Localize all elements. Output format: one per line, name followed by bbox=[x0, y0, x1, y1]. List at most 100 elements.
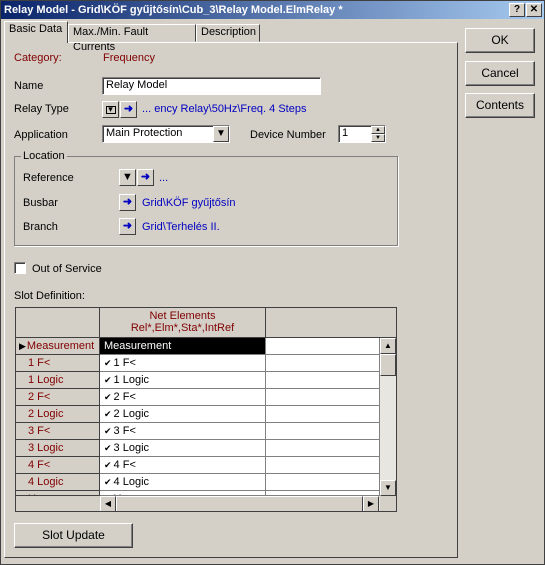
slot-definition-table[interactable]: Net Elements Rel*,Elm*,Sta*,IntRef ▶Meas… bbox=[15, 307, 397, 512]
table-cell-value: 2 Logic bbox=[113, 408, 150, 420]
table-cell-value: 4 Logic bbox=[113, 476, 150, 488]
dropdown-arrow-icon: ▼ bbox=[122, 171, 133, 183]
checkmark-icon: ✔ bbox=[104, 443, 112, 453]
window-title: Relay Model - Grid\KÖF gyűjtősín\Cub_3\R… bbox=[4, 4, 343, 16]
table-cell-value: 4 F< bbox=[113, 459, 136, 471]
table-cell-empty[interactable] bbox=[266, 423, 380, 440]
branch-value: Grid\Terhelés II. bbox=[142, 221, 220, 233]
close-button[interactable]: ✕ bbox=[526, 3, 542, 17]
table-vertical-scrollbar[interactable]: ▲ ▼ bbox=[380, 338, 396, 496]
scroll-right-icon[interactable]: ▶ bbox=[363, 496, 379, 511]
table-row-header[interactable]: 3 F< bbox=[16, 423, 100, 440]
table-cell-net-element[interactable]: ✔ 4 Logic bbox=[100, 474, 266, 491]
row-header-label: 1 Logic bbox=[28, 374, 64, 386]
scroll-up-icon[interactable]: ▲ bbox=[380, 338, 396, 354]
table-cell-net-element[interactable]: ✔ 4 F< bbox=[100, 457, 266, 474]
table-cell-empty[interactable] bbox=[266, 474, 380, 491]
table-cell-empty[interactable] bbox=[266, 338, 380, 355]
table-cell-empty[interactable] bbox=[266, 372, 380, 389]
application-label: Application bbox=[14, 129, 68, 141]
table-cell-value: 1 F< bbox=[113, 357, 136, 369]
device-number-value: 1 bbox=[342, 127, 349, 139]
table-row-header[interactable]: 4 F< bbox=[16, 457, 100, 474]
table-cell-net-element[interactable]: Measurement bbox=[100, 338, 266, 355]
table-row-header[interactable]: ▶Measurement bbox=[16, 338, 100, 355]
table-row-header[interactable]: 1 F< bbox=[16, 355, 100, 372]
ok-button[interactable]: OK bbox=[465, 28, 535, 53]
reference-jump-button[interactable]: ➜ bbox=[137, 169, 154, 186]
scroll-thumb[interactable] bbox=[380, 354, 396, 376]
table-cell-empty[interactable] bbox=[266, 389, 380, 406]
table-cell-net-element[interactable]: ✔ 1 Logic bbox=[100, 372, 266, 389]
out-of-service-checkbox[interactable] bbox=[14, 262, 26, 274]
stepper-down-icon[interactable]: ▼ bbox=[371, 134, 385, 142]
category-value: Frequency bbox=[103, 52, 155, 64]
table-row-header[interactable]: 4 Logic bbox=[16, 474, 100, 491]
table-cell-empty[interactable] bbox=[266, 457, 380, 474]
relay-type-jump-button[interactable]: ➜ bbox=[120, 101, 137, 118]
slot-definition-label: Slot Definition: bbox=[14, 290, 85, 302]
busbar-jump-button[interactable]: ➜ bbox=[119, 194, 136, 211]
scroll-left-icon[interactable]: ◀ bbox=[100, 496, 116, 511]
table-cell-net-element[interactable]: ✔ 2 Logic bbox=[100, 406, 266, 423]
table-cell-value: 1 Logic bbox=[113, 374, 150, 386]
branch-jump-button[interactable]: ➜ bbox=[119, 218, 136, 235]
cancel-button[interactable]: Cancel bbox=[465, 61, 535, 86]
name-label: Name bbox=[14, 80, 44, 92]
table-cell-empty[interactable] bbox=[266, 440, 380, 457]
row-header-label: 1 F< bbox=[28, 357, 51, 369]
tab-description[interactable]: Description bbox=[196, 24, 260, 42]
row-header-filler bbox=[16, 496, 100, 511]
stepper-up-icon[interactable]: ▲ bbox=[371, 126, 385, 134]
table-row-header[interactable]: 3 Logic bbox=[16, 440, 100, 457]
table-cell-net-element[interactable]: ✔ 3 F< bbox=[100, 423, 266, 440]
net-elements-header[interactable]: Net Elements Rel*,Elm*,Sta*,IntRef bbox=[100, 308, 266, 338]
relay-model-dialog: Relay Model - Grid\KÖF gyűjtősín\Cub_3\R… bbox=[0, 0, 545, 565]
checkmark-icon: ✔ bbox=[104, 392, 112, 402]
row-header-label: Measurement bbox=[26, 340, 95, 352]
title-bar[interactable]: Relay Model - Grid\KÖF gyűjtősín\Cub_3\R… bbox=[1, 1, 544, 19]
slot-update-button[interactable]: Slot Update bbox=[14, 523, 133, 548]
table-horizontal-scrollbar[interactable]: ◀ ▶ bbox=[100, 496, 380, 511]
relay-type-label: Relay Type bbox=[14, 103, 69, 115]
chevron-down-icon[interactable]: ▼ bbox=[213, 126, 229, 142]
location-legend: Location bbox=[21, 150, 67, 162]
table-cell-value: 2 F< bbox=[113, 391, 136, 403]
table-row-header[interactable]: 1 Logic bbox=[16, 372, 100, 389]
right-arrow-icon: ➜ bbox=[122, 220, 133, 232]
table-cell-empty[interactable] bbox=[266, 406, 380, 423]
table-row-header[interactable]: 2 Logic bbox=[16, 406, 100, 423]
device-number-stepper[interactable]: 1 ▲ ▼ bbox=[338, 125, 386, 143]
table-cell-net-element[interactable]: ✔ 1 F< bbox=[100, 355, 266, 372]
scroll-thumb-horizontal[interactable] bbox=[116, 496, 363, 511]
table-cell-value: 3 F< bbox=[113, 425, 136, 437]
application-select[interactable]: Main Protection ▼ bbox=[102, 125, 230, 143]
row-header-label: 2 Logic bbox=[28, 408, 64, 420]
row-header-label: 3 F< bbox=[28, 425, 51, 437]
out-of-service-label: Out of Service bbox=[32, 263, 102, 275]
net-elements-header-title: Net Elements bbox=[149, 310, 216, 322]
checkmark-icon: ✔ bbox=[104, 460, 112, 470]
help-button[interactable]: ? bbox=[509, 3, 525, 17]
category-label: Category: bbox=[14, 52, 62, 64]
relay-type-select-button[interactable]: ▾ bbox=[102, 101, 119, 118]
busbar-label: Busbar bbox=[23, 197, 58, 209]
net-elements-header-filter: Rel*,Elm*,Sta*,IntRef bbox=[130, 322, 235, 334]
scroll-down-icon[interactable]: ▼ bbox=[380, 480, 396, 496]
row-header-label: 3 Logic bbox=[28, 442, 64, 454]
reference-select-button[interactable]: ▼ bbox=[119, 169, 136, 186]
name-input[interactable]: Relay Model bbox=[102, 77, 321, 95]
table-cell-empty[interactable] bbox=[266, 355, 380, 372]
checkmark-icon: ✔ bbox=[104, 409, 112, 419]
right-arrow-icon: ➜ bbox=[140, 171, 151, 183]
table-cell-net-element[interactable]: ✔ 2 F< bbox=[100, 389, 266, 406]
busbar-value: Grid\KÖF gyűjtősín bbox=[142, 197, 236, 209]
dropdown-arrow-icon: ▾ bbox=[105, 105, 116, 114]
right-arrow-icon: ➜ bbox=[123, 103, 134, 115]
tab-basic-data[interactable]: Basic Data bbox=[4, 21, 68, 43]
table-cell-net-element[interactable]: ✔ 3 Logic bbox=[100, 440, 266, 457]
contents-button[interactable]: Contents bbox=[465, 93, 535, 118]
tab-fault-currents[interactable]: Max./Min. Fault Currents bbox=[68, 24, 196, 53]
reference-label: Reference bbox=[23, 172, 74, 184]
table-row-header[interactable]: 2 F< bbox=[16, 389, 100, 406]
